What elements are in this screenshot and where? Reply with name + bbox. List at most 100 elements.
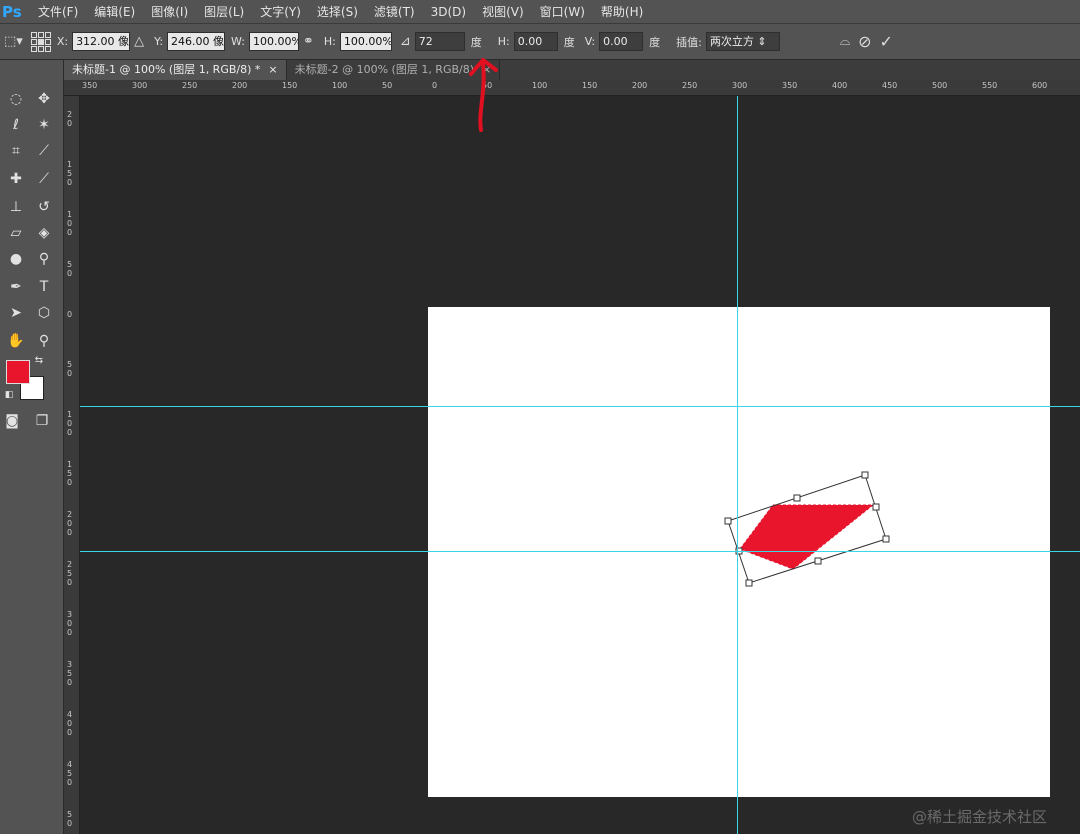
blur-tool-icon[interactable]: ● [4,248,28,270]
menu-edit[interactable]: 编辑(E) [86,0,143,24]
menu-filter[interactable]: 滤镜(T) [366,0,423,24]
menu-type[interactable]: 文字(Y) [252,0,309,24]
ruler-top-tick: 500 [932,81,948,90]
annotation-arrow [469,58,498,132]
transform-handle-bm [814,557,822,565]
screen-mode-icon[interactable]: ❐ [30,410,54,432]
document-tabs: 未标题-1 @ 100% (图层 1, RGB/8) * × 未标题-2 @ 1… [64,60,1080,80]
rotation-angle-field[interactable]: 72 [414,32,465,51]
ruler-top-tick: 250 [682,81,698,90]
height-scale-field[interactable]: 100.00% [339,32,392,51]
transform-handle-tl [724,517,732,525]
tab-document-1[interactable]: 未标题-1 @ 100% (图层 1, RGB/8) * × [64,60,287,80]
menu-file[interactable]: 文件(F) [30,0,86,24]
menu-view[interactable]: 视图(V) [474,0,532,24]
paint-bucket-icon[interactable]: ◈ [32,222,56,244]
ruler-top-tick: 0 [432,81,438,90]
ruler-top-tick: 50 [382,81,393,90]
tab-document-1-label: 未标题-1 @ 100% (图层 1, RGB/8) * [72,63,261,76]
quick-mask-icon[interactable]: ◙ [0,410,24,432]
ruler-top-tick: 300 [732,81,748,90]
ruler-top-tick: 100 [532,81,548,90]
h-skew-field[interactable]: 0.00 [513,32,558,51]
relative-position-icon[interactable]: △ [134,34,144,49]
warp-mode-icon[interactable]: ⌓ [840,34,850,49]
interpolation-value: 两次立方 [709,35,754,48]
reference-point-locator[interactable] [30,31,51,52]
photoshop-window: Ps 文件(F) 编辑(E) 图像(I) 图层(L) 文字(Y) 选择(S) 滤… [0,0,1080,834]
transform-handle-mr [872,503,880,511]
zoom-tool-icon[interactable]: ⚲ [32,330,56,352]
close-icon[interactable]: × [268,60,277,80]
document-canvas[interactable] [428,307,1050,797]
ruler-left-tick: 20 [67,110,73,128]
ruler-top-tick: 150 [582,81,598,90]
ruler-left-tick: 100 [67,410,73,437]
menu-layer[interactable]: 图层(L) [196,0,252,24]
ruler-left-tick: 300 [67,610,73,637]
ruler-top-tick: 300 [132,81,148,90]
vertical-ruler[interactable]: 20 150 100 50 0 50 100 150 200 250 300 350 400 450 50 [64,96,80,834]
ruler-left-tick: 50 [67,360,73,378]
link-icon[interactable]: ⚭ [303,34,314,49]
x-label: X: [56,35,69,48]
pen-tool-icon[interactable]: ✒ [4,276,28,298]
vertical-guide[interactable] [737,96,738,834]
ruler-left-tick: 400 [67,710,73,737]
lasso-tool-icon[interactable]: ℓ [4,114,28,136]
menu-select[interactable]: 选择(S) [309,0,366,24]
width-scale-field[interactable]: 100.00% [248,32,299,51]
ruler-left-tick: 450 [67,760,73,787]
menu-help[interactable]: 帮助(H) [593,0,651,24]
h-skew-unit: 度 [563,35,575,49]
v-skew-unit: 度 [649,35,661,49]
tools-panel: ◌ ✥ ℓ ✶ ⌗ ⟋ ✚ ⟋ ⊥ ↺ ▱ ◈ ● ⚲ ✒ T ➤ ⬡ ✋ ⚲ … [0,60,64,834]
cancel-transform-icon[interactable]: ⊘ [858,32,871,51]
menu-3d[interactable]: 3D(D) [423,0,474,24]
transform-handle-tr [861,471,869,479]
ruler-top-tick: 200 [232,81,248,90]
horizontal-guide-1[interactable] [80,406,1080,407]
ruler-top-tick: 100 [332,81,348,90]
menu-image[interactable]: 图像(I) [143,0,196,24]
dodge-tool-icon[interactable]: ⚲ [32,248,56,270]
ps-logo: Ps [2,2,22,21]
ruler-left-tick: 150 [67,460,73,487]
transform-overlay[interactable] [428,307,1050,797]
interpolation-select[interactable]: 两次立方 ⇕ [705,32,780,51]
menu-window[interactable]: 窗口(W) [532,0,593,24]
ruler-top-tick: 400 [832,81,848,90]
swap-colors-icon[interactable]: ⇆ [32,354,46,368]
clone-stamp-icon[interactable]: ⊥ [4,196,28,218]
healing-brush-icon[interactable]: ✚ [4,168,28,190]
shape-tool-icon[interactable]: ⬡ [32,302,56,324]
red-parallelogram-shape [739,504,875,570]
horizontal-ruler[interactable]: 350 300 250 200 150 100 50 0 50 100 150 200 250 300 35… [64,80,1080,96]
brush-tool-icon[interactable]: ⟋ [32,168,56,190]
ruler-top-tick: 600 [1032,81,1048,90]
y-position-field[interactable]: 246.00 像 [167,32,226,51]
marquee-tool-icon[interactable]: ◌ [4,88,28,110]
commit-transform-icon[interactable]: ✓ [880,32,893,51]
magic-wand-icon[interactable]: ✶ [32,114,56,136]
x-position-field[interactable]: 312.00 像 [72,32,131,51]
foreground-color-swatch[interactable] [6,360,30,384]
default-colors-icon[interactable]: ◧ [2,388,16,402]
path-selection-icon[interactable]: ➤ [4,302,28,324]
horizontal-guide-2[interactable] [80,551,1080,552]
crop-tool-icon[interactable]: ⌗ [4,140,28,162]
hand-tool-icon[interactable]: ✋ [4,330,28,352]
canvas-area[interactable] [80,96,1080,834]
angle-icon: ⊿ [399,34,411,49]
transform-tool-icon[interactable]: ⬚▾ [4,34,23,49]
move-tool-icon[interactable]: ✥ [32,88,56,110]
v-skew-field[interactable]: 0.00 [599,32,644,51]
angle-unit: 度 [470,35,482,49]
ruler-top-tick: 250 [182,81,198,90]
ruler-top-tick: 200 [632,81,648,90]
options-bar: ⬚▾ X: 312.00 像 △ Y: 246.00 像 W: 100.00% … [0,24,1080,60]
eraser-icon[interactable]: ▱ [4,222,28,244]
history-brush-icon[interactable]: ↺ [32,196,56,218]
type-tool-icon[interactable]: T [32,276,56,298]
eyedropper-icon[interactable]: ⟋ [32,140,56,162]
